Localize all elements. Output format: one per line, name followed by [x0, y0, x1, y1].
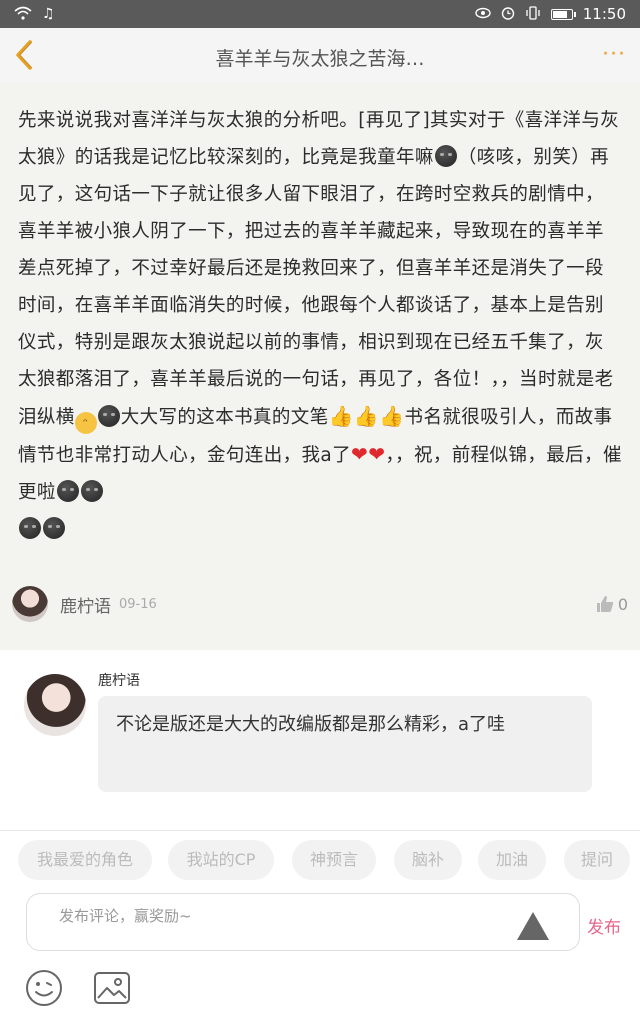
back-chevron-icon: [16, 40, 33, 70]
battery-icon: [550, 8, 576, 20]
music-icon: ♫: [42, 6, 55, 22]
image-icon: [94, 972, 130, 1004]
thumbs-up-icon: [596, 596, 613, 612]
divider: [0, 830, 640, 831]
wifi-icon: [14, 6, 32, 23]
tag-chip[interactable]: 脑补: [394, 840, 462, 880]
tag-chip[interactable]: 我最爱的角色: [18, 840, 152, 880]
heart-emoji-icon: ❤: [368, 442, 386, 466]
page-title: 喜羊羊与灰太狼之苦海…: [215, 48, 425, 70]
avatar[interactable]: [24, 674, 86, 736]
caret-up-icon: [517, 912, 549, 940]
send-button[interactable]: 发布: [587, 913, 621, 938]
post-text-3: 大大写的这本书真的文笔: [120, 407, 329, 428]
emoji-button[interactable]: [24, 968, 64, 1012]
back-button[interactable]: [10, 38, 40, 72]
like-count: 0: [617, 594, 628, 614]
thumbs-up-emoji-icon: 👍: [328, 404, 354, 428]
reply-bubble: 不论是版还是大大的改编版都是那么精彩，a了哇: [98, 696, 592, 792]
reply-item: 鹿柠语 不论是版还是大大的改编版都是那么精彩，a了哇: [0, 650, 640, 830]
post-author-name[interactable]: 鹿柠语: [60, 592, 111, 617]
post-text-2: （咳咳，别笑）再见了，这句话一下子就让很多人留下眼泪了，在跨时空救兵的剧情中，喜…: [18, 147, 614, 428]
post-card: 先来说说我对喜洋洋与灰太狼的分析吧。[再见了]其实对于《喜洋洋与灰太狼》的话我是…: [0, 82, 640, 650]
thumbs-up-emoji-icon: 👍: [379, 404, 405, 428]
status-bar: ♫ 11:50: [0, 0, 640, 28]
quick-tag-bar: 我最爱的角色 我站的CP 神预言 脑补 加油 提问: [0, 840, 640, 882]
post-body: 先来说说我对喜洋洋与灰太狼的分析吧。[再见了]其实对于《喜洋洋与灰太狼》的话我是…: [18, 102, 622, 548]
like-button[interactable]: 0: [596, 595, 628, 614]
black-face-emoji-icon: [434, 145, 457, 167]
post-author-row: 鹿柠语 09-16 0: [12, 584, 628, 624]
black-face-emoji-icon: [97, 405, 120, 427]
black-face-emoji-icon: [56, 480, 79, 502]
eye-icon: [475, 7, 491, 22]
black-face-emoji-icon: [19, 517, 41, 539]
black-face-emoji-icon: [43, 517, 65, 539]
tag-chip[interactable]: 我站的CP: [168, 840, 274, 880]
more-options-button[interactable]: ···: [602, 42, 626, 67]
avatar[interactable]: [12, 586, 48, 622]
sneeze-emoji-icon: ᵔ: [74, 412, 97, 434]
tag-chip[interactable]: 提问: [564, 840, 630, 880]
thumbs-up-emoji-icon: 👍: [353, 404, 380, 428]
tag-chip[interactable]: 加油: [478, 840, 546, 880]
status-time: 11:50: [582, 5, 626, 23]
reply-author-name[interactable]: 鹿柠语: [98, 670, 140, 690]
tag-chip[interactable]: 神预言: [292, 840, 376, 880]
black-face-emoji-icon: [80, 480, 103, 502]
heart-emoji-icon: ❤: [351, 442, 369, 466]
image-button[interactable]: [92, 968, 132, 1012]
vibrate-icon: [525, 5, 541, 23]
top-nav-bar: 喜羊羊与灰太狼之苦海… ···: [0, 28, 640, 82]
smiley-icon: [26, 970, 62, 1006]
comment-input[interactable]: [57, 906, 501, 926]
comment-box: [26, 893, 580, 951]
post-date: 09-16: [119, 596, 157, 612]
alarm-icon: [501, 6, 515, 23]
